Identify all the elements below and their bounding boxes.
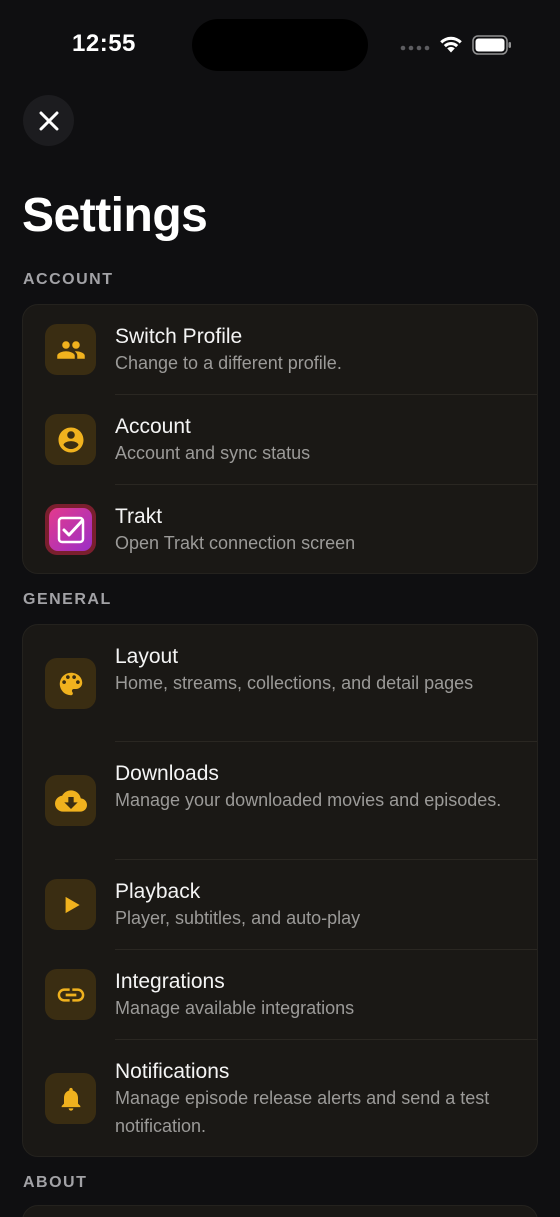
row-title: Integrations — [115, 970, 225, 993]
row-subtitle: Change to a different profile. — [115, 353, 342, 373]
row-subtitle: Manage episode release alerts and send a… — [115, 1088, 490, 1136]
settings-row-trakt[interactable]: Trakt Open Trakt connection screen — [23, 485, 537, 573]
row-subtitle: Manage your downloaded movies and episod… — [115, 790, 502, 810]
settings-row-layout[interactable]: Layout Home, streams, collections, and d… — [23, 625, 537, 742]
link-icon — [45, 969, 96, 1020]
section-header-about: ABOUT — [23, 1174, 88, 1191]
section-header-general: GENERAL — [23, 591, 112, 608]
row-subtitle: Manage available integrations — [115, 998, 355, 1018]
account-circle-icon — [45, 414, 96, 465]
settings-row-integrations[interactable]: Integrations Manage available integratio… — [23, 950, 537, 1040]
row-title: Notifications — [115, 1060, 230, 1083]
section-header-account: ACCOUNT — [23, 271, 114, 288]
settings-row-downloads[interactable]: Downloads Manage your downloaded movies … — [23, 742, 537, 860]
settings-row-playback[interactable]: Playback Player, subtitles, and auto-pla… — [23, 860, 537, 950]
cloud-download-icon — [45, 775, 96, 826]
cellular-signal-icon — [400, 45, 430, 51]
row-title: Downloads — [115, 762, 219, 785]
close-icon — [39, 111, 58, 130]
palette-icon — [45, 658, 96, 709]
general-card: Layout Home, streams, collections, and d… — [22, 624, 538, 1157]
play-icon — [45, 879, 96, 930]
about-card — [22, 1205, 538, 1217]
row-title: Switch Profile — [115, 325, 243, 348]
dynamic-island — [192, 19, 368, 71]
status-time: 12:55 — [72, 30, 136, 57]
settings-row-notifications[interactable]: Notifications Manage episode release ale… — [23, 1040, 537, 1156]
row-subtitle: Player, subtitles, and auto-play — [115, 908, 361, 928]
page-title: Settings — [22, 189, 208, 242]
people-icon — [45, 324, 96, 375]
status-bar: 12:55 — [0, 0, 560, 90]
row-title: Account — [115, 415, 191, 438]
row-subtitle: Open Trakt connection screen — [115, 533, 356, 553]
trakt-logo-icon — [45, 504, 96, 555]
trakt-logo-inner — [49, 508, 92, 551]
bell-icon — [45, 1073, 96, 1124]
row-subtitle: Home, streams, collections, and detail p… — [115, 673, 474, 693]
battery-icon — [472, 35, 511, 55]
row-title: Playback — [115, 880, 201, 903]
row-title: Trakt — [115, 505, 163, 528]
account-card: Switch Profile Change to a different pro… — [22, 304, 538, 574]
close-button[interactable] — [23, 95, 74, 146]
row-subtitle: Account and sync status — [115, 443, 311, 463]
settings-row-switch-profile[interactable]: Switch Profile Change to a different pro… — [23, 305, 537, 395]
settings-row-account[interactable]: Account Account and sync status — [23, 395, 537, 485]
wifi-icon — [440, 36, 462, 53]
row-title: Layout — [115, 645, 179, 668]
